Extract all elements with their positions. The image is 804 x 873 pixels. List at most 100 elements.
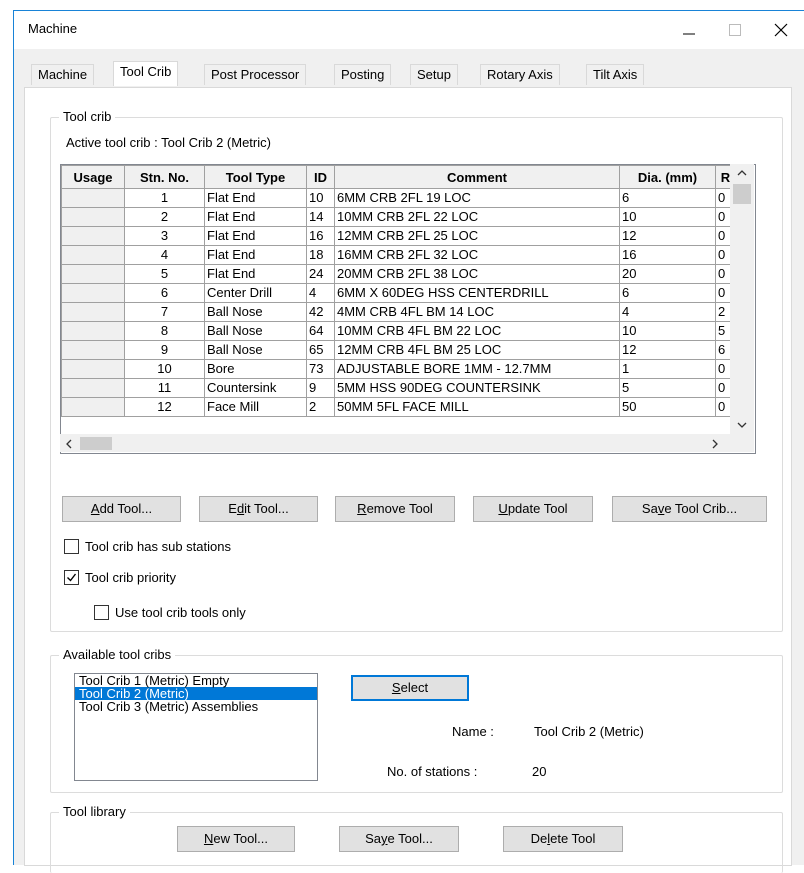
list-item[interactable]: Tool Crib 3 (Metric) Assemblies [75,700,317,713]
table-cell[interactable]: Countersink [204,378,307,398]
use-only-checkbox-box[interactable] [94,605,109,620]
table-cell[interactable] [61,321,125,341]
tab-tool-crib[interactable]: Tool Crib [113,61,179,86]
tab-tilt-axis[interactable]: Tilt Axis [586,64,645,85]
close-button[interactable] [758,11,804,49]
horizontal-scrollbar[interactable] [60,434,730,452]
table-cell[interactable]: 20MM CRB 2FL 38 LOC [334,264,620,284]
remove-tool-button[interactable]: Remove Tool [335,496,455,522]
table-cell[interactable]: 11 [124,378,205,398]
table-cell[interactable]: 6 [619,283,716,303]
vertical-scrollbar[interactable] [730,164,754,434]
table-cell[interactable]: 10 [619,207,716,227]
table-cell[interactable] [61,302,125,322]
table-cell[interactable]: 8 [124,321,205,341]
table-row[interactable]: 6 Center Drill 4 6MM X 60DEG HSS CENTERDRIL… [61,283,736,303]
scroll-left-icon[interactable] [66,439,72,449]
column-header[interactable]: Stn. No. [124,165,205,189]
column-header[interactable]: Dia. (mm) [619,165,716,189]
column-header[interactable]: ID [306,165,335,189]
table-cell[interactable]: Flat End [204,188,307,208]
table-cell[interactable]: 2 [306,397,335,417]
table-cell[interactable]: 5MM HSS 90DEG COUNTERSINK [334,378,620,398]
table-cell[interactable]: 16 [619,245,716,265]
tool-crib-grid[interactable]: Usage Stn. No. Tool Type ID Comment Dia. (mm)… [60,164,756,454]
table-cell[interactable]: 10 [124,359,205,379]
scroll-up-icon[interactable] [737,170,747,176]
table-cell[interactable]: 12 [124,397,205,417]
table-cell[interactable] [61,340,125,360]
table-cell[interactable]: 3 [124,226,205,246]
new-tool-button[interactable]: New Tool... [177,826,295,852]
tab-machine[interactable]: Machine [31,64,95,85]
table-cell[interactable]: Flat End [204,226,307,246]
tab-post-processor[interactable]: Post Processor [204,64,307,85]
table-cell[interactable]: 64 [306,321,335,341]
use-only-checkbox[interactable]: Use tool crib tools only [94,605,246,620]
table-row[interactable]: 2 Flat End 14 10MM CRB 2FL 22 LOC 10 0 [61,207,736,227]
table-cell[interactable]: 6MM CRB 2FL 19 LOC [334,188,620,208]
table-cell[interactable]: 16MM CRB 2FL 32 LOC [334,245,620,265]
sub-stations-checkbox[interactable]: Tool crib has sub stations [64,539,231,554]
table-cell[interactable] [61,359,125,379]
table-row[interactable]: 11 Countersink 9 5MM HSS 90DEG COUNTERSINK 5… [61,378,736,398]
table-cell[interactable]: Ball Nose [204,340,307,360]
table-cell[interactable]: Flat End [204,264,307,284]
table-cell[interactable]: 20 [619,264,716,284]
table-cell[interactable]: 1 [124,188,205,208]
table-cell[interactable]: ADJUSTABLE BORE 1MM - 12.7MM [334,359,620,379]
save-tool-crib-button[interactable]: Save Tool Crib... [612,496,767,522]
save-tool-button[interactable]: Saye Tool... [339,826,459,852]
delete-tool-button[interactable]: Delete Tool [503,826,623,852]
table-row[interactable]: 4 Flat End 18 16MM CRB 2FL 32 LOC 16 0 [61,245,736,265]
table-cell[interactable] [61,283,125,303]
tool-crib-listbox[interactable]: Tool Crib 1 (Metric) Empty Tool Crib 2 (… [74,673,318,781]
table-cell[interactable]: 12MM CRB 2FL 25 LOC [334,226,620,246]
table-cell[interactable]: 18 [306,245,335,265]
table-row[interactable]: 3 Flat End 16 12MM CRB 2FL 25 LOC 12 0 [61,226,736,246]
table-cell[interactable] [61,245,125,265]
table-cell[interactable]: 10 [619,321,716,341]
table-cell[interactable]: Ball Nose [204,302,307,322]
table-cell[interactable]: 6MM X 60DEG HSS CENTERDRILL [334,283,620,303]
table-row[interactable]: 5 Flat End 24 20MM CRB 2FL 38 LOC 20 0 [61,264,736,284]
table-row[interactable]: 10 Bore 73 ADJUSTABLE BORE 1MM - 12.7MM 1 0 [61,359,736,379]
priority-checkbox-box[interactable] [64,570,79,585]
table-cell[interactable]: 16 [306,226,335,246]
table-cell[interactable]: 12 [619,226,716,246]
table-cell[interactable]: 73 [306,359,335,379]
table-cell[interactable] [61,397,125,417]
tab-setup[interactable]: Setup [410,64,458,85]
table-cell[interactable]: 5 [124,264,205,284]
table-cell[interactable]: Face Mill [204,397,307,417]
table-cell[interactable] [61,226,125,246]
table-row[interactable]: 8 Ball Nose 64 10MM CRB 4FL BM 22 LOC 10 5 [61,321,736,341]
column-header[interactable]: Comment [334,165,620,189]
column-header[interactable]: Usage [61,165,125,189]
table-cell[interactable]: 10 [306,188,335,208]
scroll-right-icon[interactable] [712,439,718,449]
scroll-down-icon[interactable] [737,422,747,428]
table-cell[interactable]: Flat End [204,245,307,265]
update-tool-button[interactable]: Update Tool [473,496,593,522]
table-cell[interactable]: 9 [306,378,335,398]
table-cell[interactable]: 4 [124,245,205,265]
table-cell[interactable]: 50MM 5FL FACE MILL [334,397,620,417]
table-cell[interactable]: 10MM CRB 2FL 22 LOC [334,207,620,227]
table-cell[interactable]: 4 [619,302,716,322]
table-cell[interactable]: 9 [124,340,205,360]
table-cell[interactable]: 65 [306,340,335,360]
table-cell[interactable] [61,207,125,227]
priority-checkbox[interactable]: Tool crib priority [64,570,176,585]
table-cell[interactable]: 4 [306,283,335,303]
tab-posting[interactable]: Posting [334,64,392,85]
table-cell[interactable] [61,264,125,284]
table-row[interactable]: 9 Ball Nose 65 12MM CRB 4FL BM 25 LOC 12 6 [61,340,736,360]
table-cell[interactable] [61,188,125,208]
table-cell[interactable]: 14 [306,207,335,227]
table-row[interactable]: 12 Face Mill 2 50MM 5FL FACE MILL 50 0 [61,397,736,417]
table-cell[interactable]: 5 [619,378,716,398]
table-cell[interactable]: 1 [619,359,716,379]
table-cell[interactable]: 24 [306,264,335,284]
table-cell[interactable]: 50 [619,397,716,417]
